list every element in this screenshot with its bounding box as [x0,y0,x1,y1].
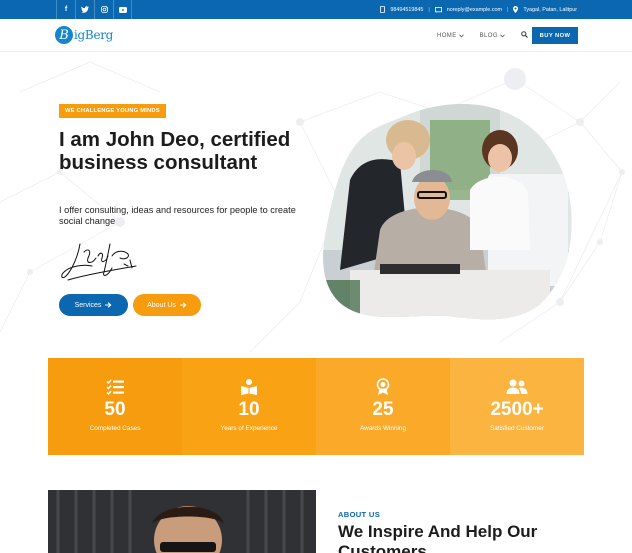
logo-mark: B [55,26,73,44]
book-icon [240,378,258,396]
stat-label: Awards Winning [359,425,407,432]
search-icon[interactable] [521,31,528,40]
hero-description: I offer consulting, ideas and resources … [59,205,296,226]
stat-awards-winning: 25 Awards Winning [316,358,450,455]
divider: | [506,6,509,13]
main-nav: HOME BLOG [437,19,540,52]
youtube-icon[interactable] [113,0,132,19]
location-text: Tyagal, Patan, Lalitpur [523,6,577,13]
buy-now-button[interactable]: BUY NOW [532,27,578,44]
email-icon [434,6,442,13]
stat-label: Satisfied Customer [490,425,544,432]
logo-text: igBerg [74,28,114,42]
about-photo [48,490,316,553]
team-photo [323,104,572,320]
site-logo[interactable]: B igBerg [55,25,113,45]
chevron-down-icon [458,33,464,37]
main-header: B igBerg HOME BLOG BUY NOW [0,19,632,52]
hero-tagline: WE CHALLENGE YOUNG MINDS [59,104,166,118]
about-us-button[interactable]: About Us [133,294,201,316]
services-button-label: Services [74,301,102,309]
stat-value: 50 [104,399,126,420]
email-address[interactable]: noreply@example.com [447,7,502,13]
stat-label: Years of Experience [220,425,278,432]
phone-icon [380,6,386,13]
about-us-button-label: About Us [147,301,176,309]
users-icon [506,378,528,396]
instagram-icon[interactable] [94,0,113,19]
facebook-icon[interactable]: f [56,0,75,19]
stat-value: 10 [238,399,260,420]
phone-number[interactable]: 98494519845 [390,7,423,13]
checklist-icon [106,378,124,396]
stat-label: Completed Cases [89,425,141,432]
divider: | [428,6,430,13]
stat-value: 2500+ [490,399,544,420]
social-links: f [56,0,132,19]
services-button[interactable]: Services [59,294,128,316]
about-section-title: We Inspire And Help Our Customers [338,522,538,553]
nav-item-label: BLOG [479,32,498,39]
stat-satisfied-customer: 2500+ Satisfied Customer [450,358,584,455]
top-bar: f 98494519845 | noreply@example.com | Ty… [0,0,632,19]
arrow-right-icon [179,302,187,308]
chevron-down-icon [500,33,505,37]
location-pin-icon [513,6,519,13]
nav-item-blog[interactable]: BLOG [480,33,505,39]
award-icon [375,378,391,396]
nav-item-home[interactable]: HOME [437,33,464,39]
nav-item-label: HOME [437,32,457,39]
stat-completed-cases: 50 Completed Cases [48,358,182,455]
stat-value: 25 [372,399,394,420]
stat-years-experience: 10 Years of Experience [182,358,316,455]
about-section-tag: ABOUT US [338,510,381,519]
signature-image [61,243,137,281]
contact-info: 98494519845 | noreply@example.com | Tyag… [380,0,577,19]
arrow-right-icon [105,302,112,308]
stats-bar: 50 Completed Cases 10 Years of Experienc… [48,358,584,455]
twitter-icon[interactable] [75,0,94,19]
hero-title: I am John Deo, certified business consul… [59,128,291,174]
